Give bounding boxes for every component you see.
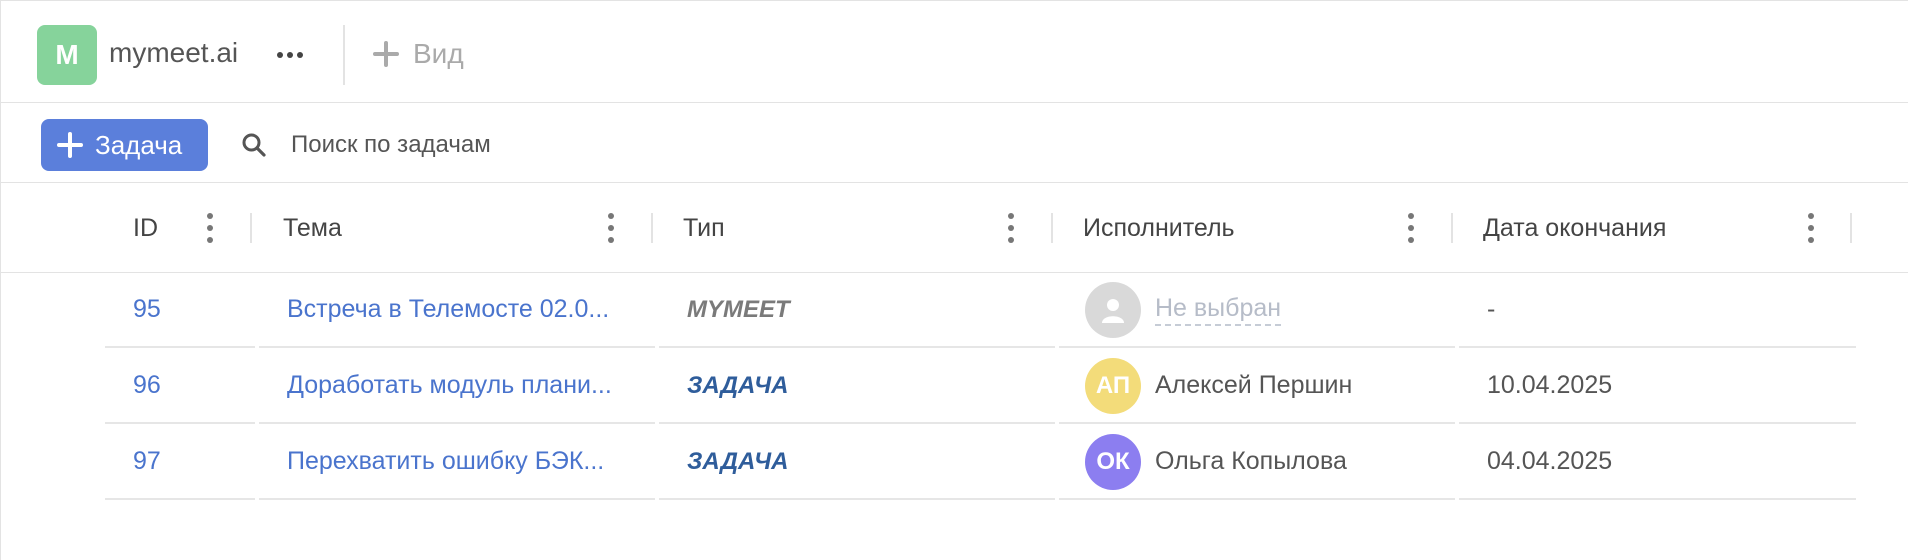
- plus-icon: [57, 132, 83, 158]
- task-executor[interactable]: Не выбран: [1059, 273, 1455, 348]
- column-resize-handle[interactable]: [651, 213, 653, 243]
- column-menu-icon[interactable]: [1406, 213, 1416, 243]
- column-resize-handle[interactable]: [250, 213, 252, 243]
- add-task-button[interactable]: Задача: [41, 119, 208, 171]
- add-view-button[interactable]: Вид: [373, 33, 464, 75]
- column-header-id[interactable]: ID: [133, 183, 251, 273]
- table-header: ID Тема Тип Исполнитель Дата окончания: [1, 183, 1908, 273]
- column-header-due-date[interactable]: Дата окончания: [1483, 183, 1783, 273]
- task-topic-link[interactable]: Встреча в Телемосте 02.0...: [259, 273, 655, 348]
- task-topic-link[interactable]: Доработать модуль плани...: [259, 349, 655, 424]
- column-resize-handle[interactable]: [1451, 213, 1453, 243]
- add-task-label: Задача: [95, 129, 183, 160]
- task-id[interactable]: 96: [105, 349, 255, 424]
- workspace-name[interactable]: mymeet.ai: [109, 37, 238, 69]
- column-header-executor[interactable]: Исполнитель: [1083, 183, 1383, 273]
- table-row[interactable]: 96 Доработать модуль плани... ЗАДАЧА АП …: [105, 349, 1856, 425]
- workspace-avatar[interactable]: M: [37, 25, 97, 85]
- column-header-topic[interactable]: Тема: [283, 183, 583, 273]
- column-menu-icon[interactable]: [205, 213, 215, 243]
- more-options-icon[interactable]: [273, 37, 307, 73]
- search-input[interactable]: [289, 130, 693, 160]
- search-box: [241, 125, 693, 165]
- column-menu-icon[interactable]: [1006, 213, 1016, 243]
- column-label: Дата окончания: [1483, 213, 1667, 242]
- column-label: Тип: [683, 213, 725, 242]
- column-menu-icon[interactable]: [1806, 213, 1816, 243]
- executor-name: Ольга Копылова: [1155, 447, 1347, 475]
- column-header-type[interactable]: Тип: [683, 183, 983, 273]
- user-placeholder-icon: [1085, 281, 1141, 338]
- column-resize-handle[interactable]: [1850, 213, 1852, 243]
- task-id[interactable]: 97: [105, 425, 255, 500]
- column-resize-handle[interactable]: [1051, 213, 1053, 243]
- avatar: АП: [1085, 357, 1141, 414]
- header-divider: [343, 25, 345, 85]
- task-id[interactable]: 95: [105, 273, 255, 348]
- task-type-badge[interactable]: ЗАДАЧА: [659, 349, 1055, 424]
- table-row[interactable]: 95 Встреча в Телемосте 02.0... MYMEET Не…: [105, 273, 1856, 349]
- column-label: Тема: [283, 213, 342, 242]
- plus-icon: [373, 41, 399, 67]
- executor-name: Алексей Першин: [1155, 371, 1353, 399]
- app-frame: M mymeet.ai Вид Задача ID: [0, 0, 1908, 560]
- workspace-header: M mymeet.ai Вид: [1, 1, 1908, 103]
- column-label: Исполнитель: [1083, 213, 1235, 242]
- task-executor[interactable]: ОК Ольга Копылова: [1059, 425, 1455, 500]
- task-due-date[interactable]: 10.04.2025: [1459, 349, 1856, 424]
- toolbar: Задача: [1, 103, 1908, 183]
- column-menu-icon[interactable]: [606, 213, 616, 243]
- add-view-label: Вид: [413, 38, 464, 69]
- column-label: ID: [133, 213, 158, 242]
- task-due-date[interactable]: -: [1459, 273, 1856, 348]
- table-row[interactable]: 97 Перехватить ошибку БЭК... ЗАДАЧА ОК О…: [105, 425, 1856, 501]
- task-topic-link[interactable]: Перехватить ошибку БЭК...: [259, 425, 655, 500]
- person-icon: [1102, 298, 1124, 323]
- avatar: ОК: [1085, 433, 1141, 490]
- task-type-badge[interactable]: MYMEET: [659, 273, 1055, 348]
- task-executor[interactable]: АП Алексей Першин: [1059, 349, 1455, 424]
- search-icon: [242, 133, 266, 157]
- task-due-date[interactable]: 04.04.2025: [1459, 425, 1856, 500]
- task-type-badge[interactable]: ЗАДАЧА: [659, 425, 1055, 500]
- executor-not-selected[interactable]: Не выбран: [1155, 294, 1282, 326]
